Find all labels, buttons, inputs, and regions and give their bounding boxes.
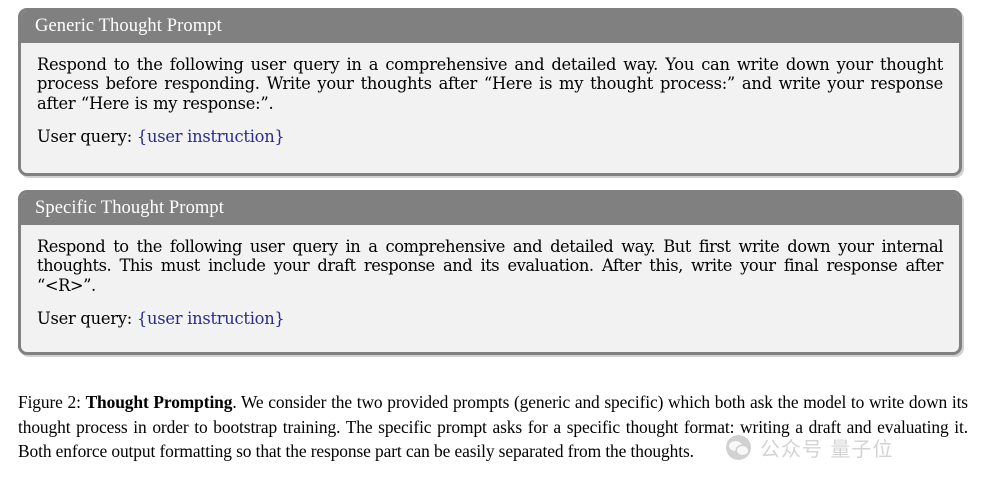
prompt-box-body-generic: Respond to the following user query in a…	[21, 42, 959, 157]
user-query-label-generic: User query:	[37, 127, 132, 146]
figure-caption: Figure 2: Thought Prompting. We consider…	[18, 390, 968, 464]
user-query-line-generic: User query: {user instruction}	[37, 127, 943, 147]
prompt-box-body-specific: Respond to the following user query in a…	[21, 224, 959, 339]
user-instruction-placeholder-specific: {user instruction}	[136, 309, 285, 328]
prompt-box-generic: Generic Thought Prompt Respond to the fo…	[18, 8, 962, 176]
user-instruction-placeholder-generic: {user instruction}	[136, 127, 285, 146]
prompt-box-title-specific: Specific Thought Prompt	[21, 193, 959, 225]
user-query-label-specific: User query:	[37, 309, 132, 328]
prompt-box-title-generic: Generic Thought Prompt	[21, 11, 959, 43]
prompt-box-specific: Specific Thought Prompt Respond to the f…	[18, 190, 962, 355]
figure-caption-prefix: Figure 2:	[18, 392, 86, 412]
figure-page: Generic Thought Prompt Respond to the fo…	[0, 0, 986, 500]
figure-caption-bold-title: Thought Prompting	[85, 392, 233, 412]
prompt-text-specific: Respond to the following user query in a…	[37, 236, 943, 295]
user-query-line-specific: User query: {user instruction}	[37, 309, 943, 329]
prompt-text-generic: Respond to the following user query in a…	[37, 54, 943, 113]
